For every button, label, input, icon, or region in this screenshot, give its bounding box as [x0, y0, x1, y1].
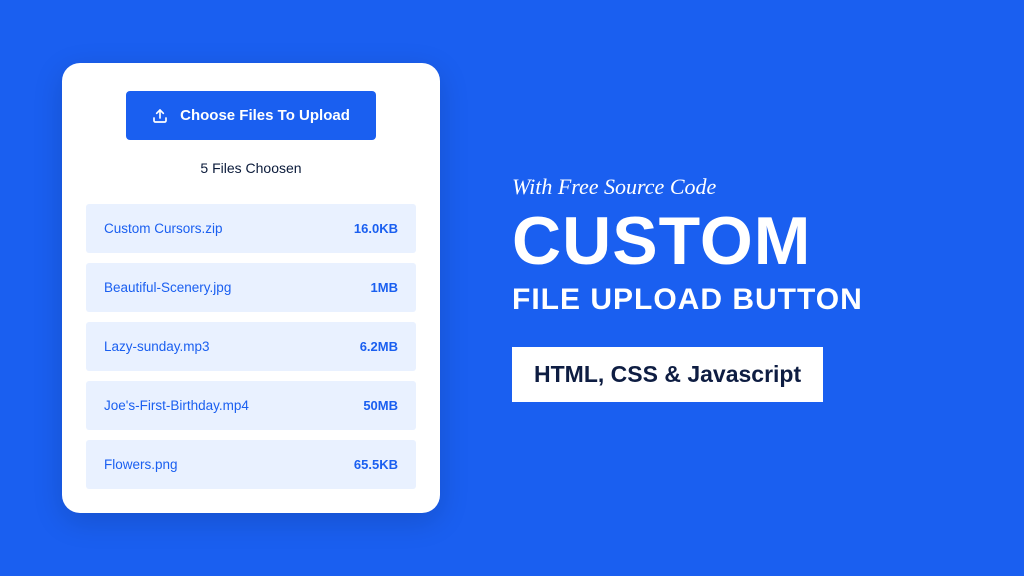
choose-files-button[interactable]: Choose Files To Upload: [126, 91, 376, 140]
file-size: 1MB: [371, 280, 398, 295]
file-name: Lazy-sunday.mp3: [104, 339, 210, 354]
upload-icon: [152, 108, 168, 124]
tagline: With Free Source Code: [512, 174, 863, 200]
file-size: 6.2MB: [360, 339, 398, 354]
file-name: Beautiful-Scenery.jpg: [104, 280, 231, 295]
choose-files-label: Choose Files To Upload: [180, 107, 350, 124]
tech-badge: HTML, CSS & Javascript: [512, 347, 823, 402]
file-size: 16.0KB: [354, 221, 398, 236]
headline-block: With Free Source Code CUSTOM FILE UPLOAD…: [512, 174, 863, 402]
title-main: CUSTOM: [512, 206, 863, 277]
file-name: Custom Cursors.zip: [104, 221, 223, 236]
file-row: Flowers.png 65.5KB: [86, 440, 416, 489]
file-row: Custom Cursors.zip 16.0KB: [86, 204, 416, 253]
file-size: 50MB: [363, 398, 398, 413]
file-list: Custom Cursors.zip 16.0KB Beautiful-Scen…: [86, 204, 416, 489]
file-row: Joe's-First-Birthday.mp4 50MB: [86, 381, 416, 430]
upload-card: Choose Files To Upload 5 Files Choosen C…: [62, 63, 440, 513]
file-size: 65.5KB: [354, 457, 398, 472]
file-name: Joe's-First-Birthday.mp4: [104, 398, 249, 413]
title-sub: FILE UPLOAD BUTTON: [512, 283, 863, 317]
files-chosen-status: 5 Files Choosen: [86, 160, 416, 176]
file-row: Beautiful-Scenery.jpg 1MB: [86, 263, 416, 312]
file-name: Flowers.png: [104, 457, 178, 472]
file-row: Lazy-sunday.mp3 6.2MB: [86, 322, 416, 371]
